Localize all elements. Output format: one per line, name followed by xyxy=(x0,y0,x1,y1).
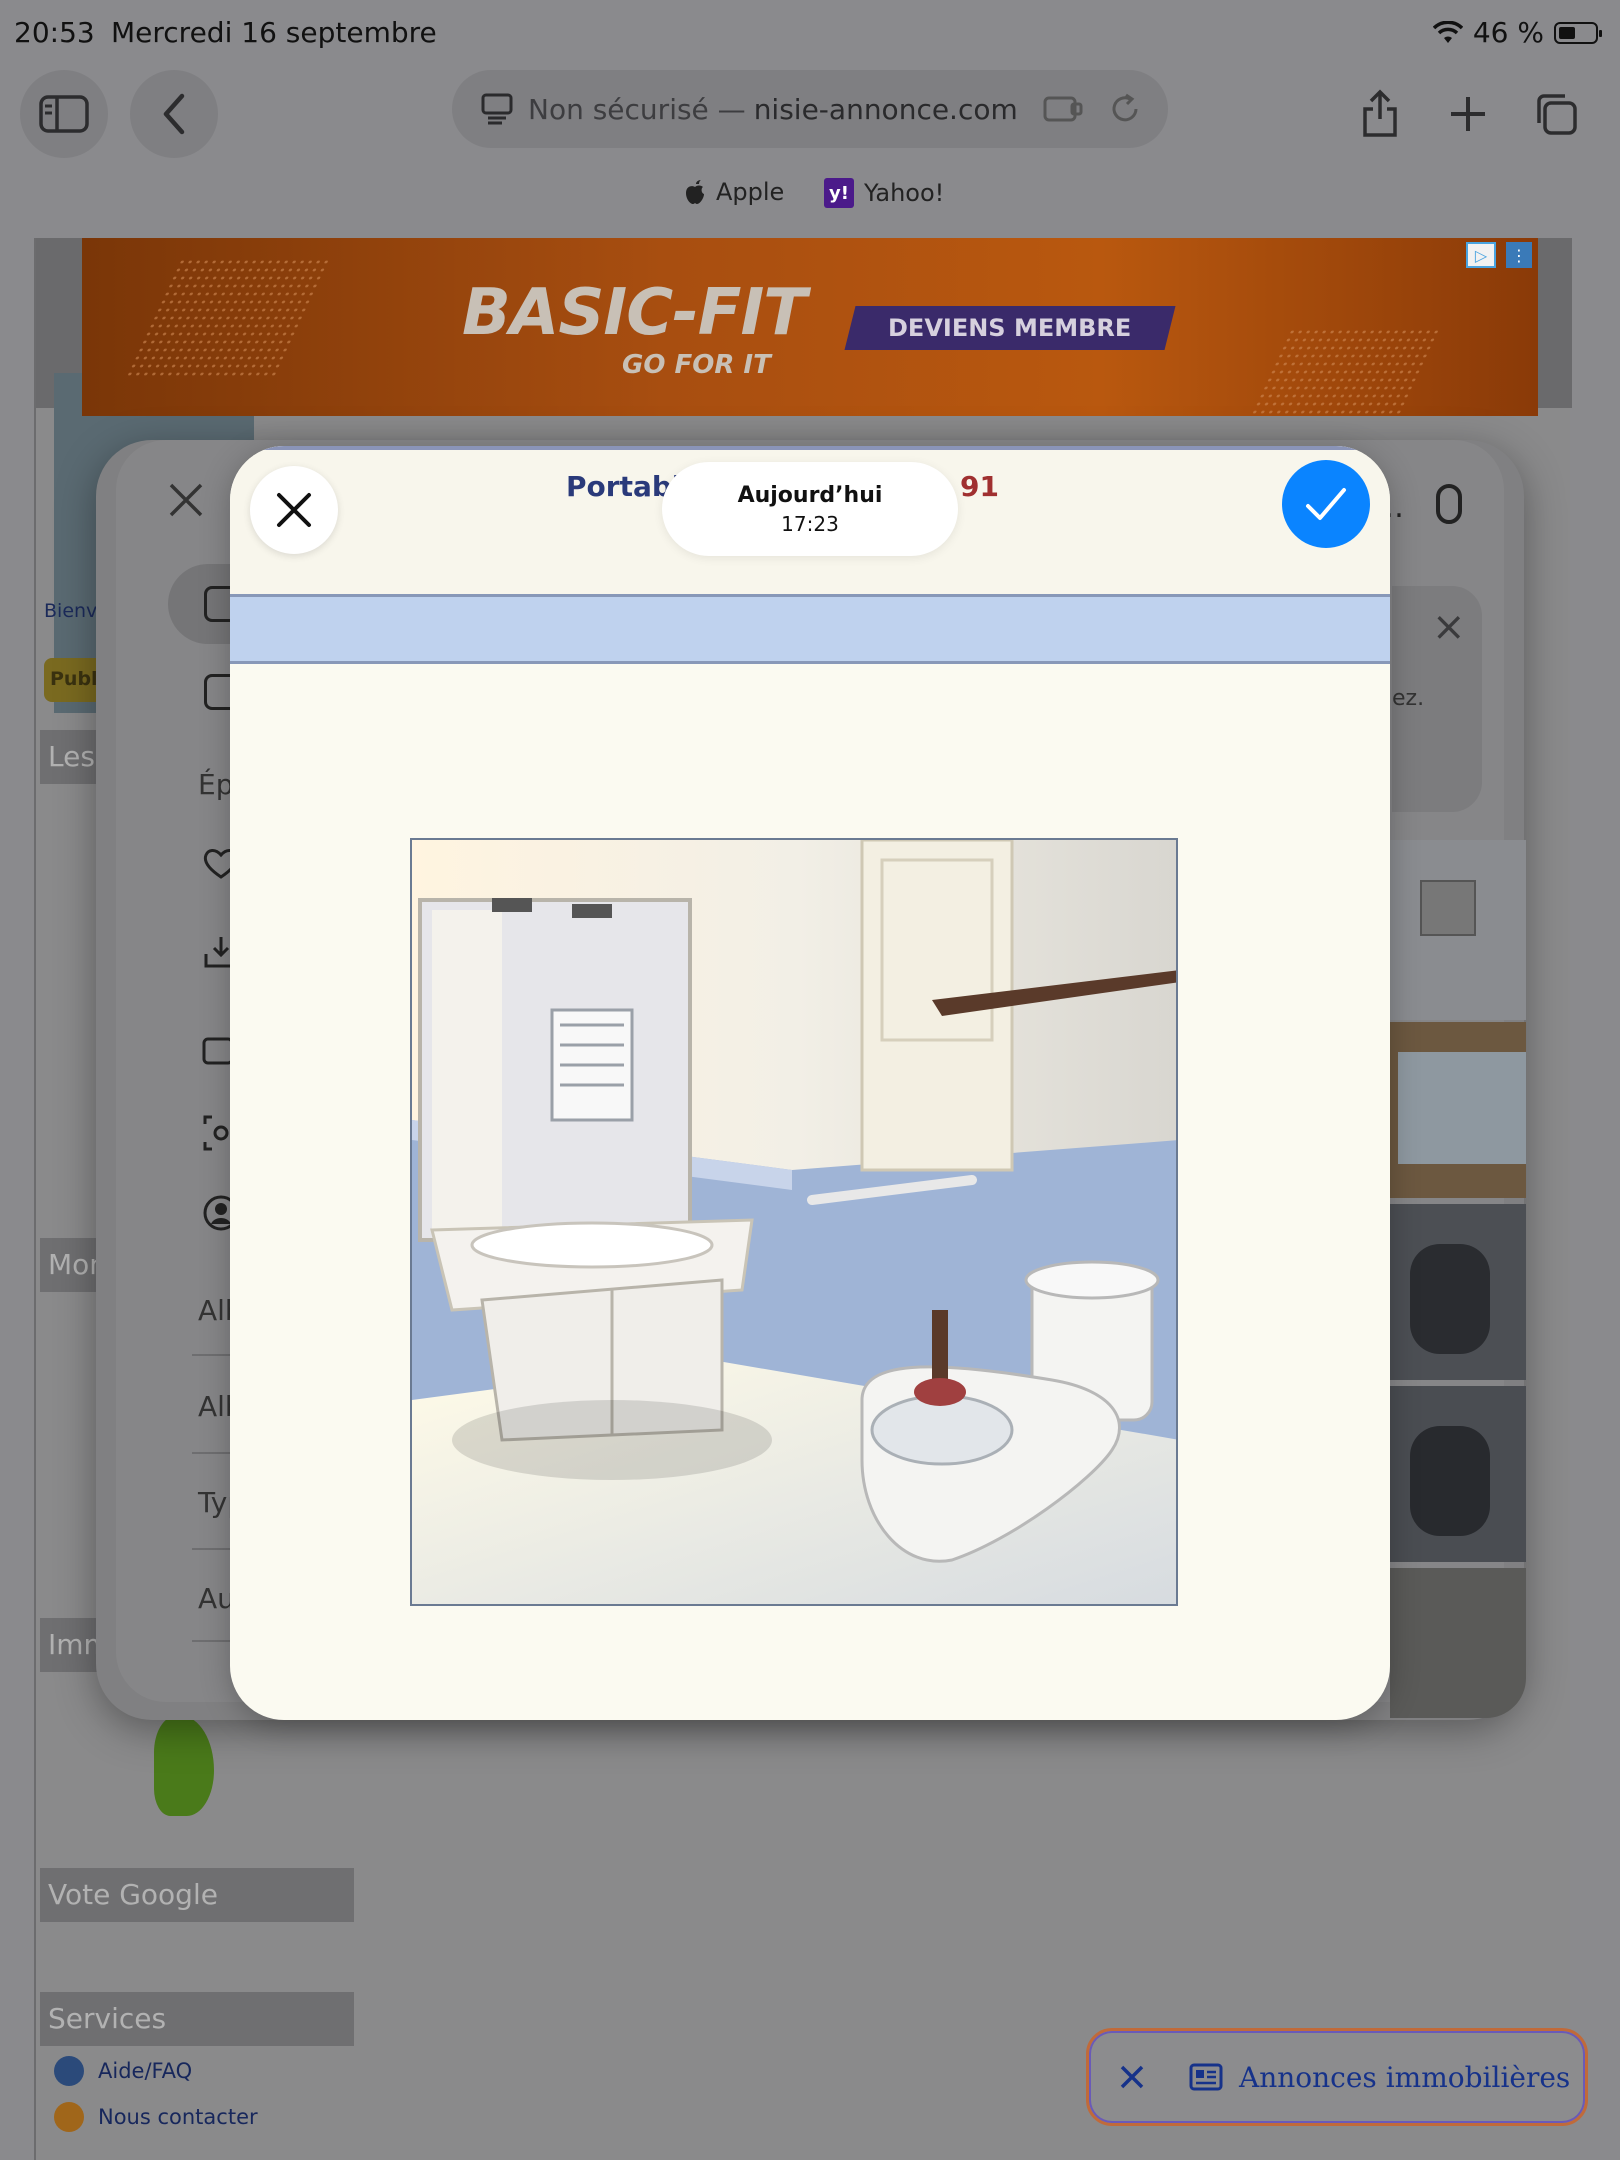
battery-percent: 46 % xyxy=(1472,16,1544,49)
thumbnail-outdoor[interactable] xyxy=(1390,1568,1526,1718)
battery-icon xyxy=(1554,21,1602,44)
browser-toolbar: Non sécurisé — nisie-annonce.com xyxy=(0,70,1620,170)
status-time: 20:53 xyxy=(14,16,95,49)
url-security-label: Non sécurisé — xyxy=(528,92,746,126)
bookmark-apple[interactable]: Apple xyxy=(684,178,784,206)
scooter-shape xyxy=(1410,1244,1490,1354)
annonces-label: Annonces immobilières xyxy=(1239,2060,1571,2094)
sidebar-button[interactable] xyxy=(20,70,108,158)
wifi-icon xyxy=(1432,20,1463,43)
close-icon[interactable]: × xyxy=(1432,604,1466,650)
ad-decoration xyxy=(1234,328,1440,416)
extension-icon[interactable] xyxy=(1042,92,1084,126)
share-button[interactable] xyxy=(1336,70,1424,158)
date-pill: Aujourd’hui 17:23 xyxy=(662,462,958,556)
tabs-overview-button[interactable] xyxy=(1512,70,1600,158)
confirm-button[interactable] xyxy=(1282,460,1370,548)
bookmark-label: Yahoo! xyxy=(864,179,945,207)
thumbnail-document[interactable] xyxy=(1390,840,1526,1020)
thumbnail-scooter-2[interactable] xyxy=(1390,1386,1526,1562)
yahoo-icon: y! xyxy=(824,178,854,208)
bathroom-illustration xyxy=(412,840,1176,1604)
microphone-icon[interactable] xyxy=(1436,484,1462,524)
reload-icon[interactable] xyxy=(1108,92,1142,126)
share-icon xyxy=(1363,89,1397,137)
news-icon xyxy=(1189,2063,1223,2091)
ad-decoration xyxy=(124,258,330,378)
ad-menu-icon[interactable]: ⋮ xyxy=(1506,242,1532,268)
checkmark-icon xyxy=(1306,488,1346,520)
notice-card: × ez. xyxy=(1392,586,1482,812)
bathroom-photo xyxy=(410,838,1178,1606)
notice-text: ez. xyxy=(1392,686,1425,711)
bookmark-label: Apple xyxy=(716,178,785,206)
link-aide-faq[interactable]: Aide/FAQ xyxy=(54,2056,192,2086)
document-blue-band xyxy=(230,594,1390,664)
thumbnail-business-card[interactable] xyxy=(1390,1022,1526,1198)
favorites-bar: Apple y! Yahoo! xyxy=(0,176,1620,216)
tunisia-map-icon xyxy=(154,1716,214,1816)
close-icon[interactable] xyxy=(1119,2064,1145,2090)
sidebar-icon xyxy=(39,95,89,133)
services-header: Services xyxy=(40,1992,354,2046)
link-label: Nous contacter xyxy=(98,2105,258,2129)
document-title-right: 91 xyxy=(960,470,999,503)
link-label: Aide/FAQ xyxy=(98,2059,193,2083)
close-icon[interactable] xyxy=(166,480,206,520)
photo-preview-card: Portabl 91 Aujourd’hui 17:23 xyxy=(230,446,1390,1720)
ad-brand-logo: BASIC-FIT xyxy=(462,276,807,350)
thumbnail-inner xyxy=(1420,880,1476,936)
annonces-immobilieres-pill[interactable]: Annonces immobilières xyxy=(1086,2028,1588,2126)
status-date: Mercredi 16 septembre xyxy=(111,16,437,49)
scooter-shape xyxy=(1410,1426,1490,1536)
ad-slogan: GO FOR IT xyxy=(622,350,771,380)
publish-button[interactable]: Publi xyxy=(44,658,104,702)
page-menu-icon xyxy=(481,93,513,125)
back-button[interactable] xyxy=(130,70,218,158)
chat-icon xyxy=(54,2102,84,2132)
url-domain: nisie-annonce.com xyxy=(753,92,1018,126)
close-preview-button[interactable] xyxy=(250,466,338,554)
tabs-icon xyxy=(1537,94,1577,135)
plus-icon xyxy=(1451,97,1485,131)
status-bar: 20:53 Mercredi 16 septembre 46 % xyxy=(0,0,1620,62)
chevron-left-icon xyxy=(163,93,185,135)
ad-cta-label: DEVIENS MEMBRE xyxy=(888,314,1132,342)
ad-cta-button[interactable]: DEVIENS MEMBRE xyxy=(844,306,1176,350)
new-tab-button[interactable] xyxy=(1424,70,1512,158)
card-image xyxy=(1398,1052,1526,1164)
apple-icon xyxy=(686,180,704,204)
thumbnail-scooter-1[interactable] xyxy=(1390,1204,1526,1380)
vote-google-header: Vote Google xyxy=(40,1868,354,1922)
close-icon xyxy=(277,493,311,527)
url-bar[interactable]: Non sécurisé — nisie-annonce.com xyxy=(452,70,1168,148)
status-right: 46 % xyxy=(1432,16,1602,49)
bookmark-yahoo[interactable]: y! Yahoo! xyxy=(824,178,944,208)
link-nous-contacter[interactable]: Nous contacter xyxy=(54,2102,258,2132)
adchoices-icon[interactable]: ▷ xyxy=(1466,242,1496,268)
help-icon xyxy=(54,2056,84,2086)
basic-fit-ad-banner[interactable]: BASIC-FIT GO FOR IT DEVIENS MEMBRE ▷ ⋮ xyxy=(82,238,1538,416)
date-label: Aujourd’hui xyxy=(737,482,883,508)
time-label: 17:23 xyxy=(781,511,839,536)
